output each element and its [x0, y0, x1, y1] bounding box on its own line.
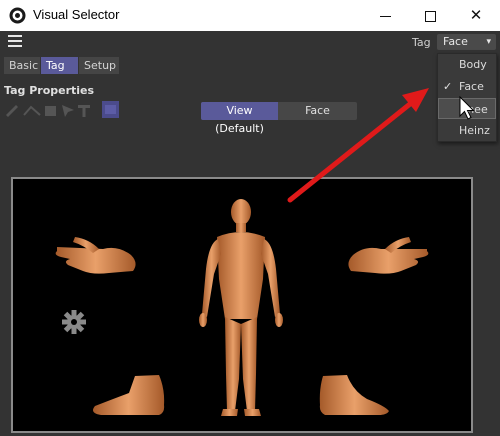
- dropdown-item-heinz[interactable]: Heinz: [438, 120, 496, 141]
- dropdown-item-label: Body: [459, 58, 487, 71]
- dropdown-item-label: Face: [459, 80, 484, 93]
- dropdown-item-face[interactable]: ✓ Face: [438, 76, 496, 97]
- annotation-arrow: [287, 88, 429, 203]
- dropdown-item-label: Heinz: [459, 124, 490, 137]
- mouse-cursor-icon: [459, 96, 475, 120]
- dropdown-item-body[interactable]: Body: [438, 54, 496, 75]
- check-icon: ✓: [443, 80, 453, 93]
